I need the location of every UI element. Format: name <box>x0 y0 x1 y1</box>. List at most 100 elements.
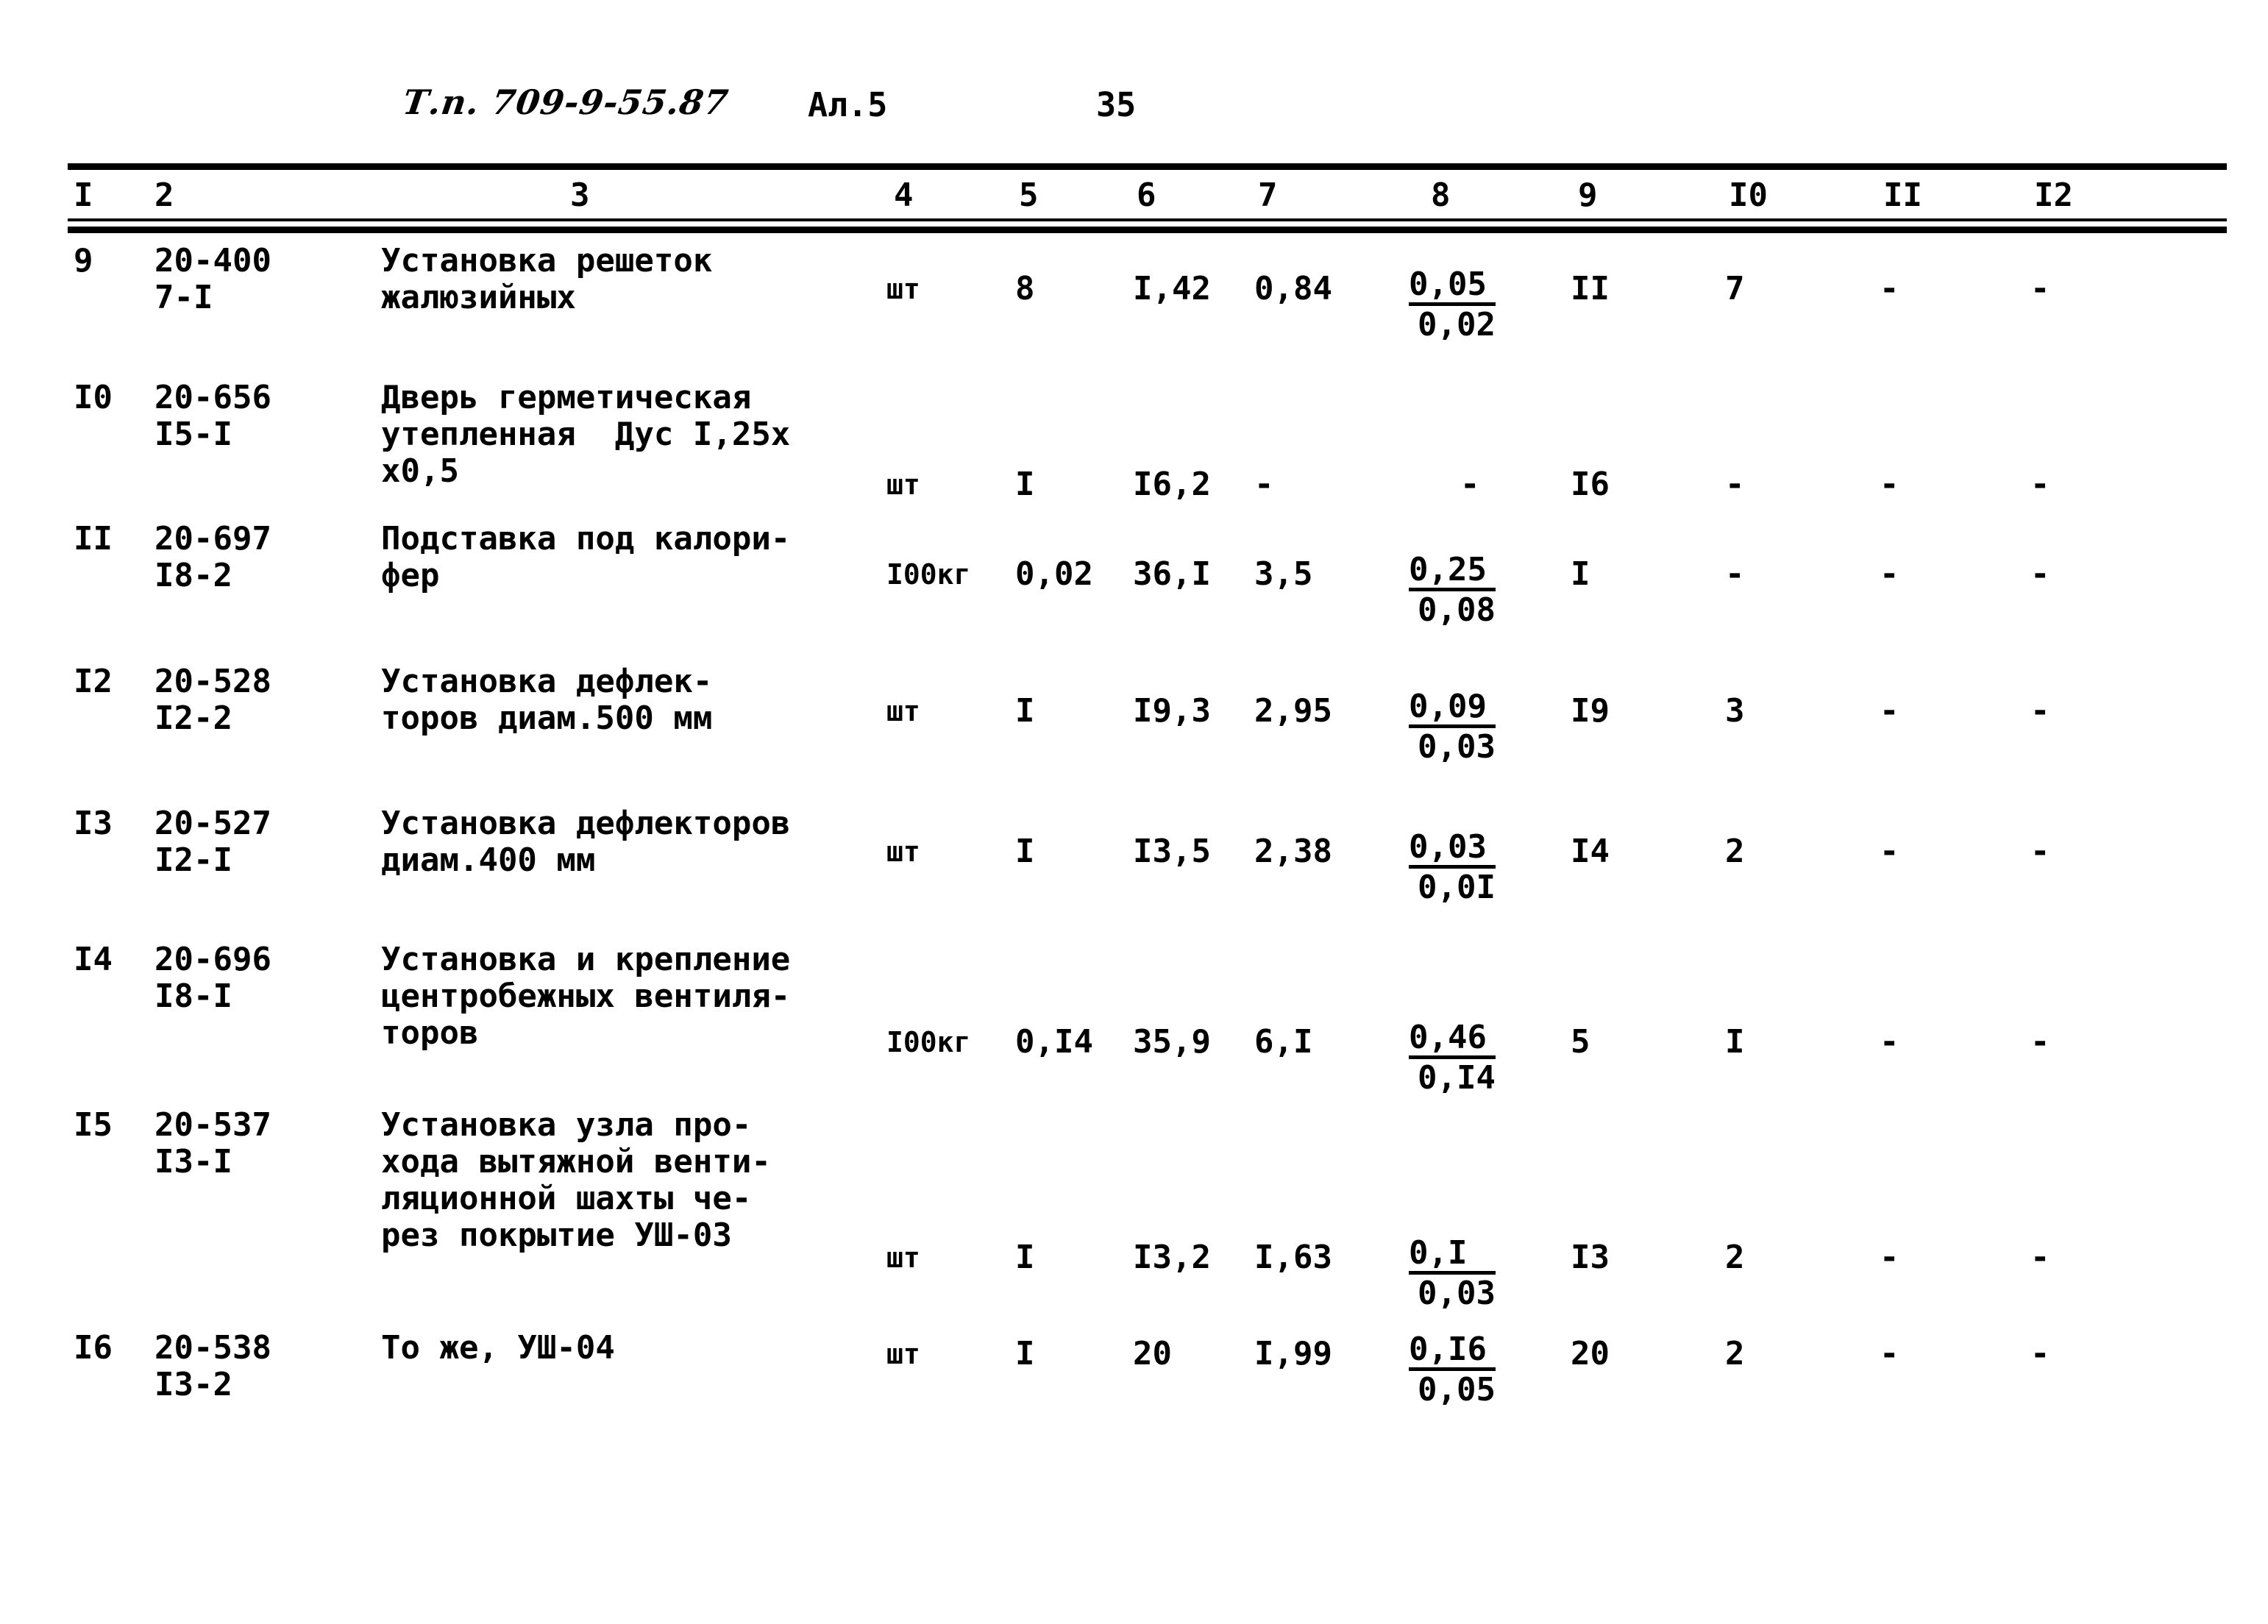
column-number-4: 4 <box>894 177 914 214</box>
row-value-8-fraction: 0,46 0,I4 <box>1409 1021 1496 1097</box>
row-number: I3 <box>74 805 113 842</box>
row-value-9: I <box>1571 555 1590 593</box>
row-code: 20-400 7-I <box>154 242 271 316</box>
row-unit: шт <box>886 1242 920 1274</box>
document-page: Т.п. 709-9-55.87 Ал.5 35 I 2 3 4 5 6 7 8 9 I0 II I2… <box>0 0 2268 1624</box>
table-header-rule-thin <box>68 218 2227 221</box>
fraction-denominator: 0,I4 <box>1418 1059 1496 1097</box>
row-code: 20-527 I2-I <box>154 805 271 879</box>
fraction-numerator: 0,I <box>1409 1236 1496 1275</box>
row-code: 20-697 I8-2 <box>154 520 271 594</box>
row-unit: шт <box>886 695 920 727</box>
row-code: 20-656 I5-I <box>154 379 271 453</box>
row-value-11: - <box>1880 270 1899 307</box>
row-value-7: 2,38 <box>1254 833 1332 870</box>
row-number: I5 <box>74 1106 113 1144</box>
fraction-numerator: 0,05 <box>1409 268 1496 306</box>
row-number: I2 <box>74 663 113 700</box>
fraction-denominator: 0,0I <box>1418 869 1496 906</box>
row-code: 20-528 I2-2 <box>154 663 271 737</box>
row-unit: шт <box>886 273 920 305</box>
row-code: 20-538 I3-2 <box>154 1329 271 1403</box>
row-value-7: 2,95 <box>1254 692 1332 730</box>
fraction-numerator: 0,I6 <box>1409 1333 1496 1371</box>
row-value-8-fraction: 0,I6 0,05 <box>1409 1333 1496 1409</box>
row-unit: шт <box>886 1338 920 1370</box>
row-value-12: - <box>2030 1335 2050 1372</box>
row-value-7: 3,5 <box>1254 555 1313 593</box>
row-value-9: II <box>1571 270 1610 307</box>
row-value-11: - <box>1880 1023 1899 1061</box>
row-value-7: 6,I <box>1254 1023 1313 1061</box>
row-value-9: I4 <box>1571 833 1610 870</box>
fraction-denominator: 0,08 <box>1418 591 1496 629</box>
row-number: I4 <box>74 941 113 978</box>
fraction-denominator: 0,05 <box>1418 1371 1496 1408</box>
row-description: Дверь герметическая утепленная Дус I,25х… <box>381 379 791 490</box>
row-value-7: I,99 <box>1254 1335 1332 1372</box>
row-number: 9 <box>74 242 93 279</box>
column-number-8: 8 <box>1431 177 1451 214</box>
row-value-11: - <box>1880 833 1899 870</box>
row-value-10: - <box>1725 555 1745 593</box>
row-value-8-fraction: 0,I 0,03 <box>1409 1236 1496 1313</box>
row-value-6: I3,5 <box>1133 833 1211 870</box>
table-column-number-row: I 2 3 4 5 6 7 8 9 I0 II I2 <box>0 177 2268 218</box>
row-description: То же, УШ-04 <box>381 1329 615 1367</box>
table-top-rule <box>68 163 2227 170</box>
row-quantity: I <box>1015 1239 1035 1276</box>
row-value-8-fraction: 0,25 0,08 <box>1409 553 1496 630</box>
row-value-7: - <box>1254 466 1274 503</box>
row-value-6: I,42 <box>1133 270 1211 307</box>
row-code: 20-696 I8-I <box>154 941 271 1015</box>
row-value-11: - <box>1880 555 1899 593</box>
column-number-12: I2 <box>2034 177 2073 214</box>
table-header-rule-thick <box>68 227 2227 233</box>
column-number-9: 9 <box>1578 177 1598 214</box>
row-value-10: 3 <box>1725 692 1745 730</box>
row-value-12: - <box>2030 692 2050 730</box>
row-quantity: 0,I4 <box>1015 1023 1093 1061</box>
column-number-5: 5 <box>1019 177 1039 214</box>
row-description: Установка дефлекторов диам.400 мм <box>381 805 791 879</box>
fraction-numerator: 0,09 <box>1409 690 1496 728</box>
row-description: Установка и крепление центробежных венти… <box>381 941 791 1052</box>
row-value-10: - <box>1725 466 1745 503</box>
row-value-6: 35,9 <box>1133 1023 1211 1061</box>
column-number-7: 7 <box>1258 177 1278 214</box>
row-code: 20-537 I3-I <box>154 1106 271 1180</box>
row-description: Установка решеток жалюзийных <box>381 242 713 316</box>
row-quantity: 8 <box>1015 270 1035 307</box>
row-value-9: I9 <box>1571 692 1610 730</box>
row-value-12: - <box>2030 833 2050 870</box>
row-quantity: I <box>1015 1335 1035 1372</box>
fraction-numerator: 0,25 <box>1409 553 1496 591</box>
row-quantity: I <box>1015 833 1035 870</box>
row-value-6: I6,2 <box>1133 466 1211 503</box>
row-unit: шт <box>886 836 920 868</box>
row-description: Установка дефлек- торов диам.500 мм <box>381 663 713 737</box>
row-value-9: 5 <box>1571 1023 1590 1061</box>
row-value-9: I6 <box>1571 466 1610 503</box>
row-value-11: - <box>1880 1239 1899 1276</box>
row-value-10: 7 <box>1725 270 1745 307</box>
album-label: Ал.5 <box>808 85 888 124</box>
row-unit: I00кг <box>886 1026 971 1058</box>
row-quantity: 0,02 <box>1015 555 1093 593</box>
column-number-10: I0 <box>1729 177 1768 214</box>
row-value-12: - <box>2030 555 2050 593</box>
page-header: Т.п. 709-9-55.87 Ал.5 35 <box>0 82 2268 141</box>
row-number: I6 <box>74 1329 113 1367</box>
row-value-7: 0,84 <box>1254 270 1332 307</box>
row-value-11: - <box>1880 692 1899 730</box>
column-number-3: 3 <box>570 177 590 214</box>
row-value-8-fraction: 0,03 0,0I <box>1409 830 1496 907</box>
row-value-8: - <box>1460 466 1480 503</box>
row-value-11: - <box>1880 1335 1899 1372</box>
row-description: Подставка под калори- фер <box>381 520 791 594</box>
row-value-9: 20 <box>1571 1335 1610 1372</box>
row-quantity: I <box>1015 692 1035 730</box>
row-number: I0 <box>74 379 113 416</box>
row-description: Установка узла про- хода вытяжной венти-… <box>381 1106 771 1254</box>
row-value-7: I,63 <box>1254 1239 1332 1276</box>
